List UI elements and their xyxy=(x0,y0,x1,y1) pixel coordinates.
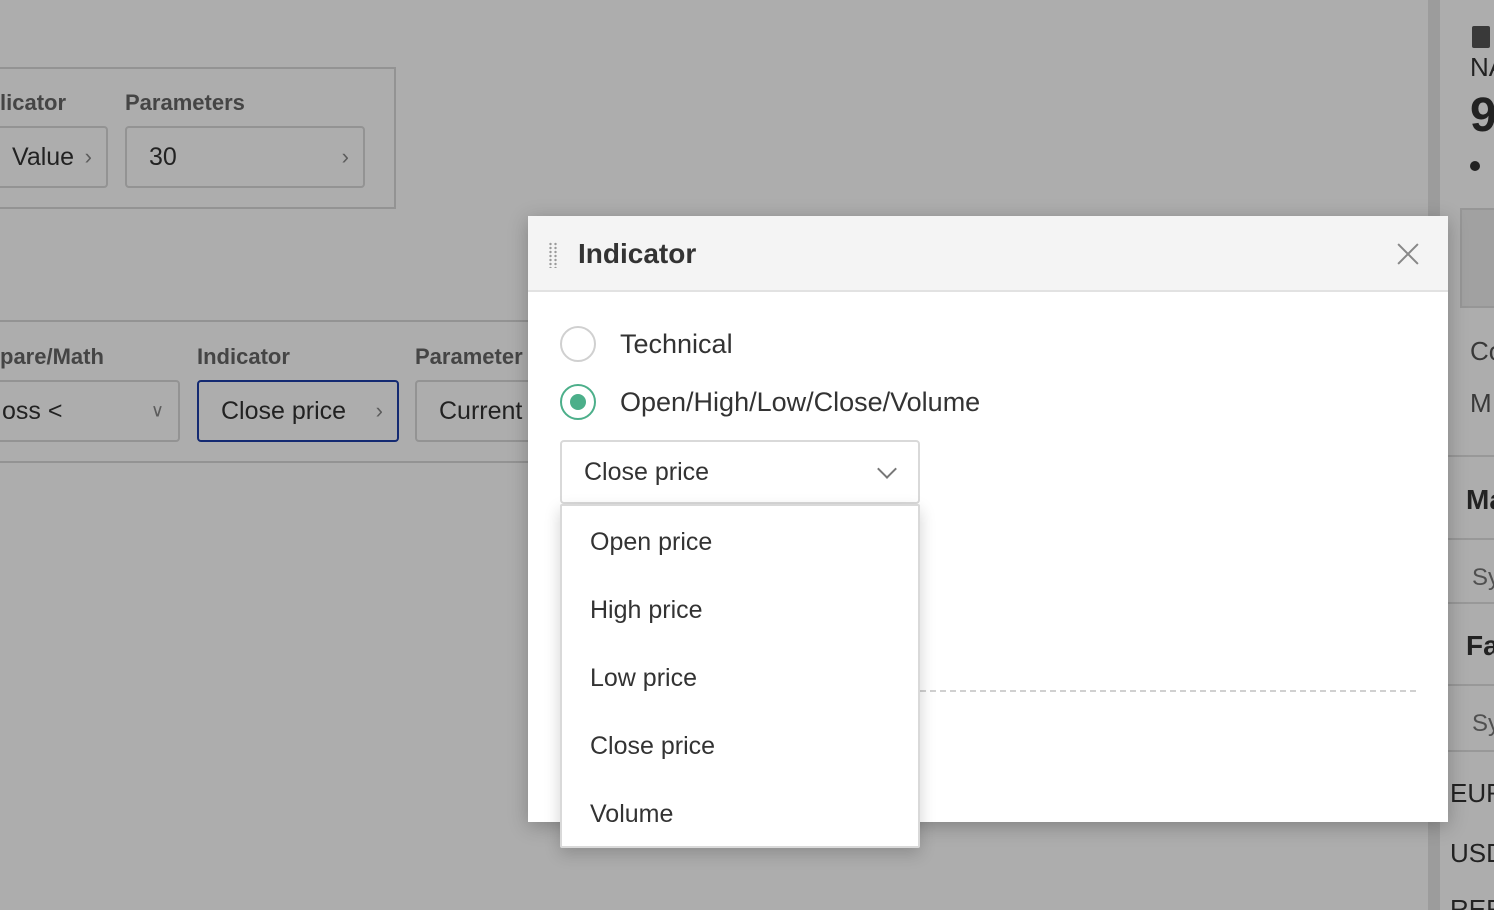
close-icon[interactable] xyxy=(1396,242,1420,266)
chevron-down-icon xyxy=(877,459,897,479)
radio-button-checked[interactable] xyxy=(560,384,596,420)
price-type-select[interactable]: Close price xyxy=(560,440,920,504)
dialog-header[interactable]: Indicator xyxy=(528,216,1448,292)
price-type-dropdown: Open price High price Low price Close pr… xyxy=(560,504,920,848)
dropdown-option-volume[interactable]: Volume xyxy=(562,780,918,848)
drag-handle-icon[interactable] xyxy=(548,242,558,268)
dropdown-option-high-price[interactable]: High price xyxy=(562,576,918,644)
dropdown-option-low-price[interactable]: Low price xyxy=(562,644,918,712)
radio-ohlcv[interactable]: Open/High/Low/Close/Volume xyxy=(560,384,980,420)
radio-label: Technical xyxy=(620,328,733,359)
dropdown-option-close-price[interactable]: Close price xyxy=(562,712,918,780)
radio-label: Open/High/Low/Close/Volume xyxy=(620,386,981,417)
dialog-title: Indicator xyxy=(578,238,697,269)
radio-technical[interactable]: Technical xyxy=(560,326,733,362)
select-value: Close price xyxy=(584,457,710,486)
dropdown-option-open-price[interactable]: Open price xyxy=(562,508,918,576)
radio-button[interactable] xyxy=(560,326,596,362)
dashed-divider xyxy=(920,690,1416,692)
